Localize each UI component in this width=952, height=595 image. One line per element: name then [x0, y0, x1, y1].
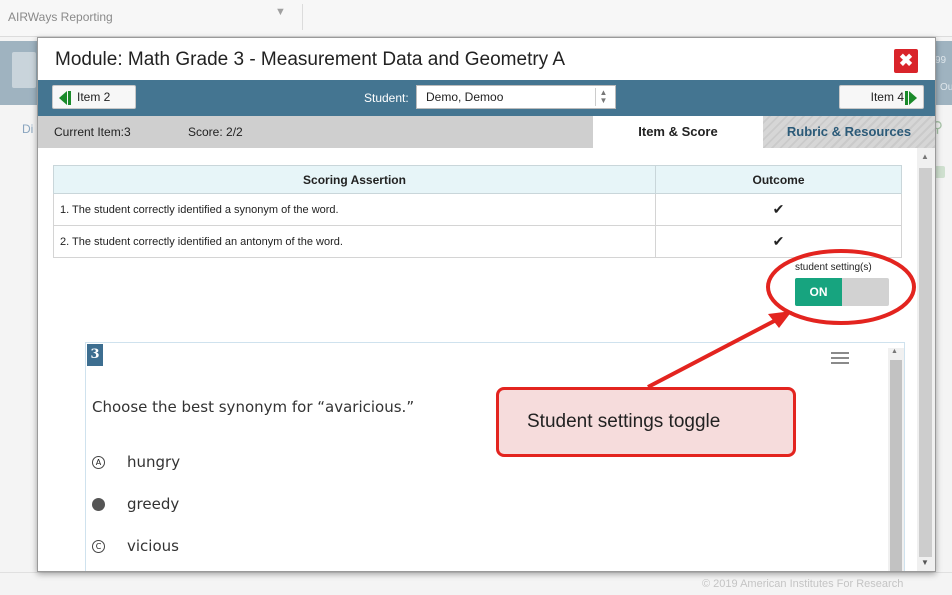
score-text: Score: 2/2: [188, 125, 243, 139]
option-b-text: greedy: [127, 495, 180, 513]
assertion-cell: 2. The student correctly identified an a…: [53, 225, 656, 258]
tab-rubric-and-resources[interactable]: Rubric & Resources: [763, 116, 935, 148]
option-a-text: hungry: [127, 453, 181, 471]
current-item-text: Current Item:3: [54, 125, 131, 139]
annotation-callout: Student settings toggle: [496, 387, 796, 457]
item-scrollbar-thumb[interactable]: [890, 360, 902, 571]
checkmark-icon: ✔: [655, 193, 902, 226]
option-b-selected-icon: [92, 498, 105, 511]
previous-item-label: Item 2: [77, 90, 111, 104]
item-modal: Module: Math Grade 3 - Measurement Data …: [37, 37, 936, 572]
modal-content: Scoring Assertion Outcome 1. The student…: [38, 148, 935, 571]
modal-title: Module: Math Grade 3 - Measurement Data …: [55, 49, 566, 70]
item-navigation-bar: Item 2 Student: Demo, Demoo ▲ ▼ Item 4: [38, 80, 935, 116]
student-settings-toggle[interactable]: ON: [795, 278, 889, 306]
answer-option-c[interactable]: Cvicious: [92, 537, 179, 555]
table-row: 2. The student correctly identified an a…: [53, 225, 902, 258]
previous-arrow-icon: [59, 90, 67, 105]
background-fragment-right-bottom: Ou: [940, 82, 952, 93]
previous-bar-icon: [68, 90, 71, 105]
modal-header: Module: Math Grade 3 - Measurement Data …: [38, 38, 935, 80]
option-c-radio-icon: C: [92, 540, 105, 553]
background-topbar: AIRWays Reporting ▼: [0, 0, 952, 37]
student-label: Student:: [364, 91, 409, 105]
table-row: 1. The student correctly identified a sy…: [53, 193, 902, 226]
answer-option-a[interactable]: Ahungry: [92, 453, 180, 471]
item-info-bar: Current Item:3 Score: 2/2 Item & Score R…: [38, 116, 935, 148]
content-scrollbar-thumb[interactable]: [919, 168, 932, 557]
hamburger-menu-icon[interactable]: [831, 352, 849, 364]
item-question-text: Choose the best synonym for “avaricious.…: [92, 398, 415, 416]
footer-divider: [0, 572, 952, 573]
copyright-text: © 2019 American Institutes For Research: [702, 578, 904, 590]
background-fragment-left[interactable]: Di: [22, 122, 33, 136]
assertion-cell: 1. The student correctly identified a sy…: [53, 193, 656, 226]
close-button[interactable]: ✖: [894, 49, 918, 73]
option-c-text: vicious: [127, 537, 179, 555]
item-frame: [85, 342, 905, 571]
scroll-up-icon[interactable]: ▲: [921, 152, 929, 161]
background-fragment-right-top: 99: [935, 55, 947, 66]
next-item-label: Item 4: [870, 90, 904, 104]
checkmark-icon: ✔: [655, 225, 902, 258]
scoring-table: Scoring Assertion Outcome 1. The student…: [53, 165, 902, 258]
scroll-down-icon[interactable]: ▼: [921, 558, 929, 567]
app-dropdown-caret-icon[interactable]: ▼: [275, 6, 286, 18]
answer-option-b[interactable]: greedy: [92, 495, 179, 513]
item-number-badge: 3: [87, 344, 103, 366]
option-a-radio-icon: A: [92, 456, 105, 469]
topbar-divider: [302, 4, 303, 30]
scoring-assertion-header: Scoring Assertion: [53, 165, 656, 194]
outcome-header: Outcome: [655, 165, 902, 194]
next-bar-icon: [905, 90, 908, 105]
app-name[interactable]: AIRWays Reporting: [8, 10, 113, 24]
toggle-on-state: ON: [795, 278, 842, 306]
student-select[interactable]: Demo, Demoo ▲ ▼: [416, 85, 616, 109]
next-arrow-icon: [909, 90, 917, 105]
next-item-button[interactable]: Item 4: [839, 85, 924, 109]
item-scroll-up-icon[interactable]: ▲: [891, 348, 898, 355]
student-settings-label: student setting(s): [795, 262, 872, 273]
student-select-value: Demo, Demoo: [426, 90, 504, 104]
previous-item-button[interactable]: Item 2: [52, 85, 136, 109]
tab-item-and-score[interactable]: Item & Score: [593, 116, 763, 148]
spinner-icon[interactable]: ▲ ▼: [595, 88, 611, 106]
document-icon: [12, 52, 36, 88]
